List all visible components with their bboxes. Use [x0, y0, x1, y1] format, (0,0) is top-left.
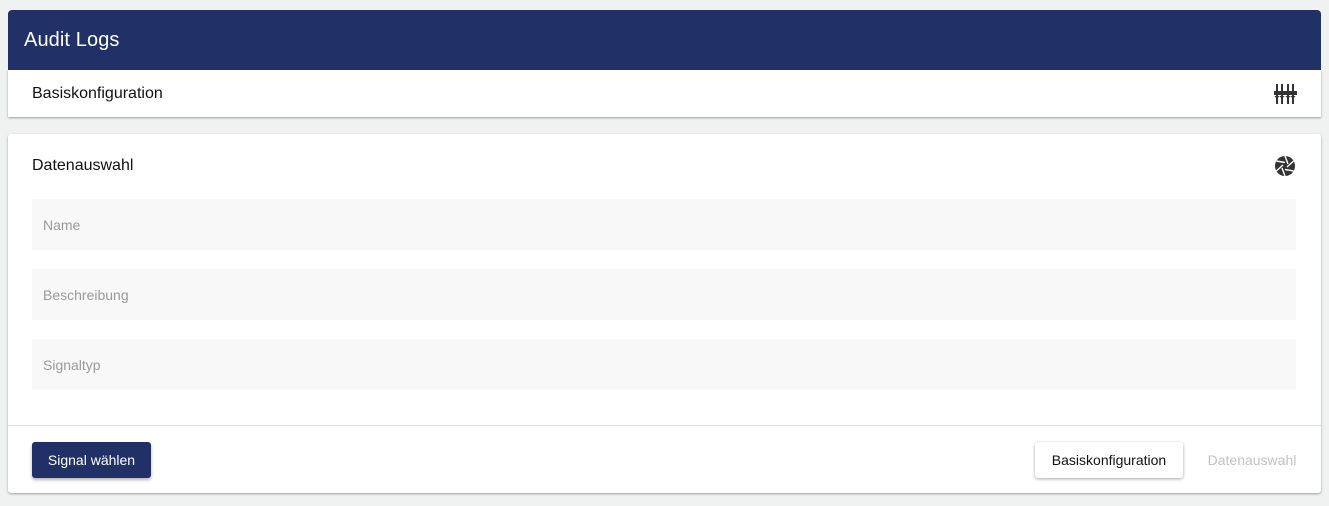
signal-type-field[interactable]: Signaltyp	[32, 339, 1296, 390]
app-root: Audit Logs Basiskonfiguration Datenauswa…	[0, 0, 1329, 506]
page-title: Audit Logs	[24, 28, 120, 51]
basis-config-panel-header[interactable]: Basiskonfiguration	[8, 70, 1321, 117]
basis-config-step-button[interactable]: Basiskonfiguration	[1035, 442, 1183, 478]
aperture-icon	[1273, 154, 1297, 178]
name-field[interactable]: Name	[32, 199, 1296, 250]
data-selection-step-button: Datenauswahl	[1200, 442, 1304, 478]
data-selection-title: Datenauswahl	[32, 157, 134, 174]
data-selection-panel: Datenauswahl Name Beschreibung Signaltyp…	[8, 134, 1321, 493]
signal-type-field-placeholder: Signaltyp	[43, 356, 101, 373]
name-field-placeholder: Name	[43, 216, 81, 233]
data-selection-header[interactable]: Datenauswahl	[32, 154, 1297, 178]
divider	[8, 425, 1321, 426]
sliders-icon	[1273, 82, 1297, 106]
description-field[interactable]: Beschreibung	[32, 269, 1296, 320]
app-header: Audit Logs	[8, 10, 1321, 70]
basis-config-title: Basiskonfiguration	[32, 84, 163, 102]
description-field-placeholder: Beschreibung	[43, 286, 129, 303]
select-signal-button[interactable]: Signal wählen	[32, 442, 151, 478]
